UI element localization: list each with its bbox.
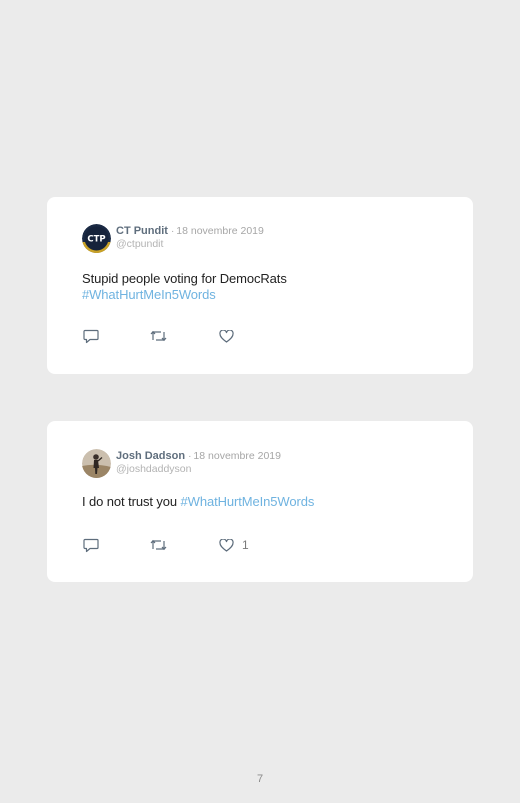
avatar-image <box>82 449 111 478</box>
tweet-actions <box>83 328 279 344</box>
reply-icon <box>83 538 99 552</box>
heart-icon <box>219 538 234 552</box>
reply-icon <box>83 329 99 343</box>
tweet-body-text: I do not trust you <box>82 494 181 509</box>
tweet-header: Josh Dadson · 18 novembre 2019 @joshdadd… <box>82 449 281 479</box>
retweet-icon <box>150 539 167 551</box>
tweet-meta: CT Pundit · 18 novembre 2019 @ctpundit <box>116 224 264 250</box>
reply-button[interactable] <box>83 537 150 553</box>
tweet-header: CTP CT Pundit · 18 novembre 2019 @ctpund… <box>82 224 264 254</box>
tweet-meta: Josh Dadson · 18 novembre 2019 @joshdadd… <box>116 449 281 475</box>
separator-dot: · <box>170 226 175 237</box>
page-number: 7 <box>256 773 264 785</box>
avatar-logo-text: CTP <box>87 235 105 245</box>
tweet-date[interactable]: 18 novembre 2019 <box>193 451 281 462</box>
tweet-card: CTP CT Pundit · 18 novembre 2019 @ctpund… <box>47 197 473 374</box>
retweet-icon <box>150 330 167 342</box>
author-name[interactable]: CT Pundit <box>116 226 168 237</box>
like-button[interactable] <box>219 328 279 344</box>
author-name[interactable]: Josh Dadson <box>116 451 185 462</box>
heart-icon <box>219 329 234 343</box>
tweet-date[interactable]: 18 novembre 2019 <box>176 226 264 237</box>
tweet-actions: 1 <box>83 537 279 553</box>
reply-button[interactable] <box>83 328 150 344</box>
author-handle[interactable]: @ctpundit <box>116 239 264 250</box>
separator-dot: · <box>188 451 192 462</box>
retweet-button[interactable] <box>150 328 219 344</box>
hashtag-link[interactable]: #WhatHurtMeIn5Words <box>82 287 216 302</box>
avatar[interactable]: CTP <box>82 224 111 253</box>
tweet-text: Stupid people voting for DemocRats #What… <box>82 271 442 303</box>
tweet-card: Josh Dadson · 18 novembre 2019 @joshdadd… <box>47 421 473 582</box>
author-handle[interactable]: @joshdaddyson <box>116 464 281 475</box>
tweet-body-text: Stupid people voting for DemocRats <box>82 271 287 286</box>
like-button[interactable]: 1 <box>219 537 279 553</box>
tweet-text: I do not trust you #WhatHurtMeIn5Words <box>82 494 442 510</box>
retweet-button[interactable] <box>150 537 219 553</box>
avatar-image: CTP <box>82 224 111 253</box>
like-count: 1 <box>242 538 249 552</box>
hashtag-link[interactable]: #WhatHurtMeIn5Words <box>181 494 315 509</box>
avatar[interactable] <box>82 449 111 478</box>
